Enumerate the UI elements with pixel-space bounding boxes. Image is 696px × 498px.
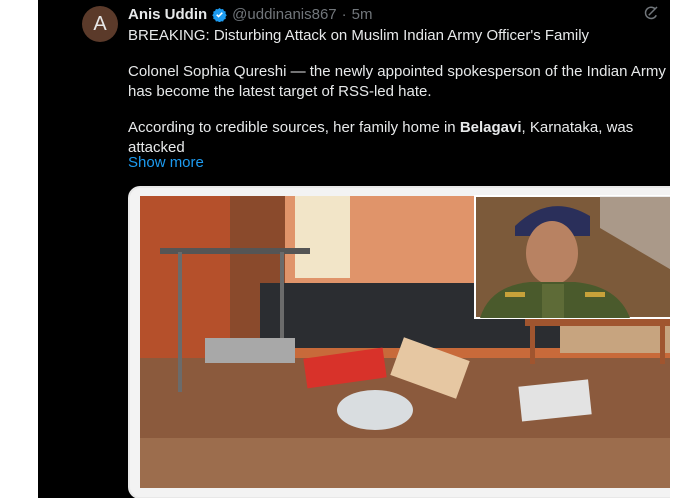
media-collage [140,195,670,488]
tweet-header: Anis Uddin @uddinanis867 · 5m [128,4,373,24]
author-name[interactable]: Anis Uddin [128,6,207,23]
tweet-media[interactable] [128,186,670,498]
avatar-letter: A [93,12,107,35]
tweet-frame: A Anis Uddin @uddinanis867 · 5m ··· BREA… [38,0,670,498]
avatar[interactable]: A [82,6,118,42]
verified-badge-icon [212,7,227,22]
show-more-link[interactable]: Show more [128,154,204,171]
officer-portrait-inset [474,195,670,319]
tweet-paragraph-2: Colonel Sophia Qureshi — the newly appoi… [128,63,670,100]
tweet-headline: BREAKING: Disturbing Attack on Muslim In… [128,27,590,44]
para3-location: Belagavi [459,119,522,136]
grok-icon[interactable] [642,4,660,22]
author-handle[interactable]: @uddinanis867 [232,6,336,23]
timestamp[interactable]: 5m [352,6,373,23]
tweet-paragraph-3: According to credible sources, her famil… [128,118,670,158]
separator-dot: · [341,5,347,23]
para3-start: According to credible sources, her famil… [128,119,460,136]
